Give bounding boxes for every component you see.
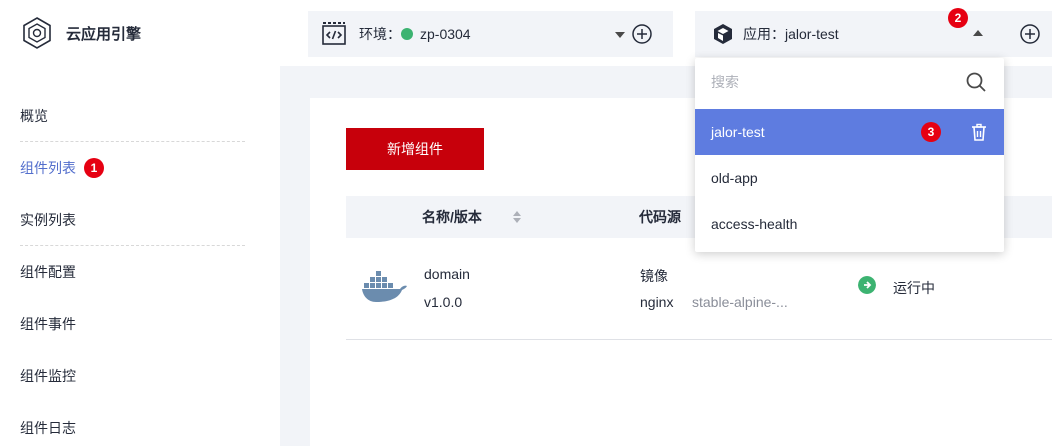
status-running-icon xyxy=(858,276,876,294)
row-divider xyxy=(346,339,1052,340)
docker-whale-icon xyxy=(362,271,407,302)
app-search-input[interactable] xyxy=(711,70,951,94)
sidebar-item-component-list[interactable]: 组件列表 1 xyxy=(20,142,245,194)
application-label: 应用：jalor-test xyxy=(743,26,839,42)
add-environment-button[interactable] xyxy=(631,23,653,45)
dropdown-item-label: jalor-test xyxy=(711,124,765,140)
sidebar-item-label: 组件日志 xyxy=(20,420,76,436)
add-application-button[interactable] xyxy=(1019,23,1041,45)
dropdown-item-label: access-health xyxy=(711,216,798,232)
sidebar-item-component-logs[interactable]: 组件日志 xyxy=(20,402,245,446)
source-type: 镜像 xyxy=(640,268,668,284)
component-version: v1.0.0 xyxy=(424,294,463,310)
environment-label: 环境： xyxy=(359,26,401,42)
status-running-icon xyxy=(401,28,413,40)
chevron-up-icon[interactable] xyxy=(973,30,983,36)
sidebar-item-component-events[interactable]: 组件事件 xyxy=(20,298,245,350)
application-dropdown: jalor-test 3 old-app access-health xyxy=(695,58,1004,252)
sidebar: 概览 组件列表 1 实例列表 组件配置 组件事件 组件监控 组件日志 xyxy=(0,66,280,446)
step-marker-3: 3 xyxy=(921,122,941,142)
cloud-engine-logo-icon xyxy=(23,17,51,49)
column-header-name-version[interactable]: 名称/版本 xyxy=(422,196,482,238)
component-name[interactable]: domain xyxy=(424,266,470,282)
sidebar-item-component-monitor[interactable]: 组件监控 xyxy=(20,350,245,402)
column-header-source: 代码源 xyxy=(639,209,681,225)
application-selector[interactable]: 应用：jalor-test 2 xyxy=(695,8,1052,57)
delete-icon[interactable] xyxy=(969,122,989,142)
cube-icon xyxy=(714,24,732,44)
source-tag: stable-alpine-... xyxy=(692,294,788,310)
brand-name: 云应用引擎 xyxy=(66,25,142,43)
add-component-button[interactable]: 新增组件 xyxy=(346,128,484,170)
dropdown-item-jalor-test[interactable]: jalor-test 3 xyxy=(695,109,1004,155)
source-image: nginx xyxy=(640,294,674,310)
topbar: 环境： zp-0304 应用：jalor-test 2 xyxy=(280,0,1052,66)
sidebar-item-instance-list[interactable]: 实例列表 xyxy=(20,194,245,246)
brand: 云应用引擎 xyxy=(0,0,280,66)
sidebar-item-label: 实例列表 xyxy=(20,212,76,228)
step-marker-1: 1 xyxy=(84,158,104,178)
sidebar-item-label: 组件事件 xyxy=(20,316,76,332)
chevron-down-icon[interactable] xyxy=(615,32,625,38)
search-icon[interactable] xyxy=(965,71,987,93)
step-marker-2: 2 xyxy=(948,8,968,28)
sort-icon[interactable] xyxy=(512,210,522,224)
dropdown-search xyxy=(695,58,1004,106)
code-window-icon xyxy=(322,22,346,45)
dropdown-item-label: old-app xyxy=(711,170,758,186)
dropdown-item-old-app[interactable]: old-app xyxy=(695,155,1004,201)
sidebar-item-label: 概览 xyxy=(20,108,48,124)
environment-selector[interactable]: 环境： zp-0304 xyxy=(308,11,673,57)
sidebar-item-overview[interactable]: 概览 xyxy=(20,90,245,142)
sidebar-item-component-config[interactable]: 组件配置 xyxy=(20,246,245,298)
environment-value: zp-0304 xyxy=(420,26,471,42)
dropdown-item-access-health[interactable]: access-health xyxy=(695,201,1004,247)
sidebar-item-label: 组件列表 xyxy=(20,160,76,176)
sidebar-item-label: 组件配置 xyxy=(20,264,76,280)
sidebar-item-label: 组件监控 xyxy=(20,368,76,384)
status-text: 运行中 xyxy=(893,280,935,296)
